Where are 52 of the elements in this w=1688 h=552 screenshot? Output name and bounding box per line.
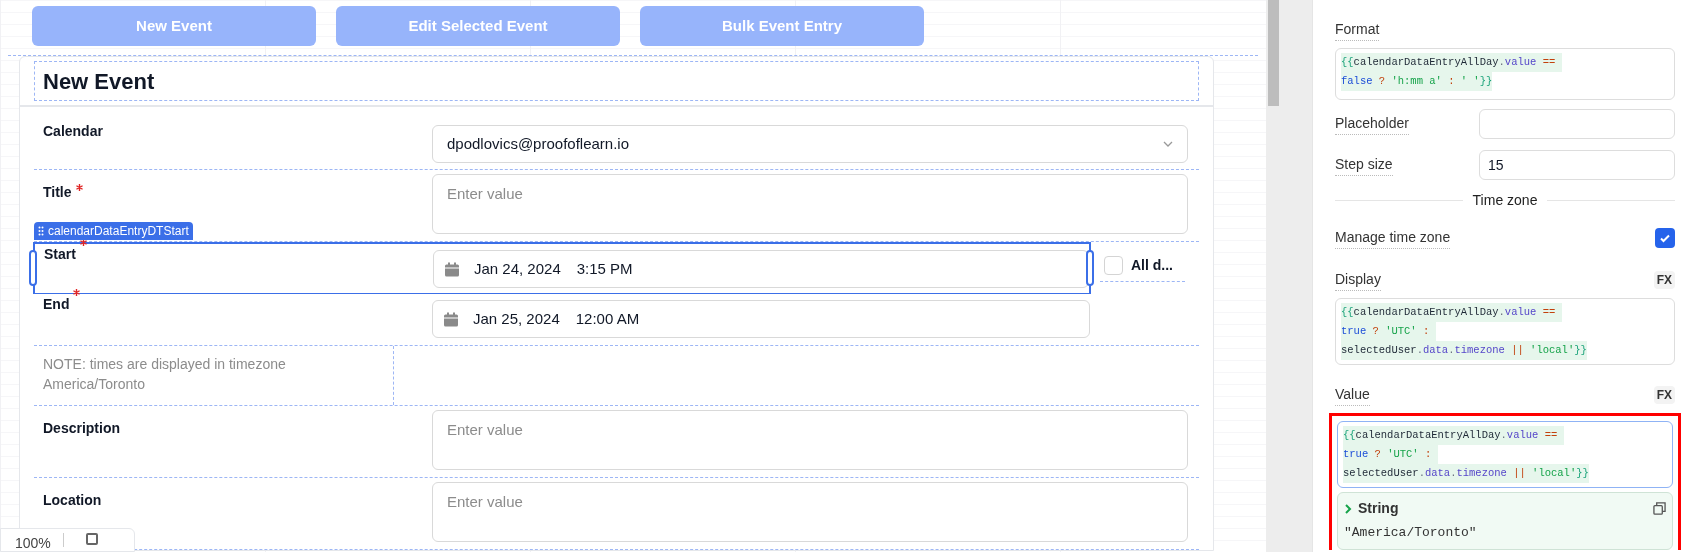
text-input-field[interactable]: Enter value: [432, 482, 1188, 542]
chevron-right-icon[interactable]: [1344, 503, 1352, 514]
field-label: Description: [43, 419, 120, 438]
fit-screen-icon[interactable]: [85, 533, 98, 545]
property-label: Format: [1335, 19, 1380, 41]
format-code-editor[interactable]: {{calendarDataEntryAllDay.value == false ? 'h:mm a' : ' '}}: [1335, 48, 1675, 100]
copy-icon[interactable]: [1653, 502, 1666, 515]
fx-toggle[interactable]: FX: [1653, 386, 1675, 404]
date-value: Jan 24, 2024: [474, 258, 561, 279]
section-heading: Time zone: [1472, 190, 1538, 210]
display-code-editor[interactable]: {{calendarDataEntryAllDay.value == true ? 'UTC' : selectedUser.data.timezone || 'local'}}: [1335, 298, 1675, 365]
time-value: 12:00 AM: [575, 308, 640, 329]
checkbox-label: All d...: [1131, 256, 1173, 275]
timezone-note: NOTE: times are displayed in timezone America/Toronto: [43, 355, 287, 394]
text-input-field[interactable]: Enter value: [432, 174, 1188, 234]
component-tag[interactable]: calendarDataEntryDTStart: [34, 222, 193, 240]
checkbox[interactable]: [1655, 228, 1675, 248]
placeholder-input[interactable]: [1479, 108, 1675, 139]
property-label: Value: [1335, 384, 1370, 406]
step-size-input[interactable]: 15: [1479, 149, 1675, 180]
chevron-down-icon: [1163, 141, 1173, 147]
resize-handle[interactable]: [1086, 250, 1094, 286]
property-label: Display: [1335, 269, 1381, 291]
text-input-field[interactable]: Enter value: [432, 410, 1188, 470]
date-time-field[interactable]: Jan 25, 2024 12:00 AM: [432, 300, 1090, 338]
scrollbar-thumb[interactable]: [1268, 0, 1279, 106]
fx-toggle[interactable]: FX: [1653, 271, 1675, 289]
field-label: Title: [43, 183, 72, 202]
checkmark-icon: [1659, 232, 1671, 244]
zoom-level: 100%: [15, 534, 51, 552]
form-title: New Event: [43, 67, 155, 96]
property-label: Placeholder: [1335, 112, 1409, 135]
resize-handle[interactable]: [29, 250, 37, 286]
date-time-field[interactable]: Jan 24, 2024 3:15 PM: [433, 250, 1089, 288]
field-label: Calendar: [43, 122, 103, 141]
property-label: Step size: [1335, 153, 1393, 176]
calendar-icon: [444, 260, 460, 278]
field-label: End: [43, 295, 70, 314]
field-label: Start: [44, 245, 76, 264]
selected-component-outline[interactable]: Start Jan 24, 2024 3:15 PM: [33, 242, 1091, 294]
field-label: Location: [43, 491, 102, 510]
time-value: 3:15 PM: [576, 258, 633, 279]
result-value: "America/Toronto": [1344, 524, 1478, 542]
calendar-select[interactable]: dpodlovics@proofoflearn.io: [432, 125, 1188, 163]
calendar-icon: [443, 310, 459, 328]
checkbox[interactable]: [1104, 256, 1123, 275]
value-code-editor[interactable]: {{calendarDataEntryAllDay.value == true ? 'UTC' : selectedUser.data.timezone || 'local'}}: [1337, 421, 1673, 488]
property-label: Manage time zone: [1335, 227, 1451, 249]
drag-handle-icon[interactable]: [38, 226, 44, 236]
date-value: Jan 25, 2024: [473, 308, 560, 329]
component-name: calendarDataEntryDTStart: [48, 223, 189, 240]
result-type: String: [1358, 499, 1399, 518]
